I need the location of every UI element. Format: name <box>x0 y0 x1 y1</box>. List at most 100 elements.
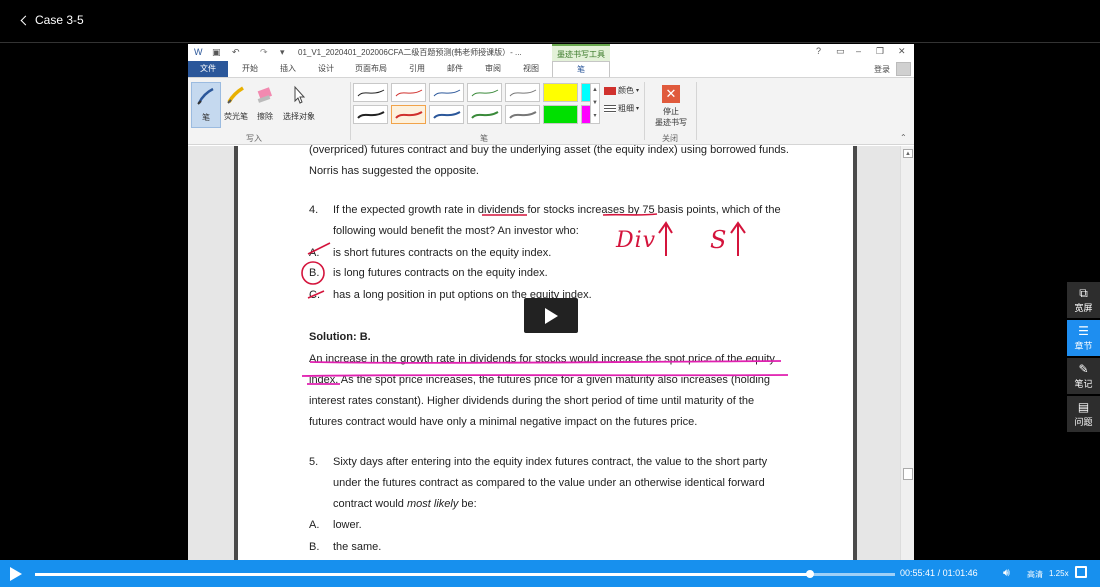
weight-dropdown[interactable]: 粗细 ▾ <box>604 103 639 114</box>
quality-selector[interactable]: 高清 <box>1027 569 1043 580</box>
color-swatch-icon <box>604 86 616 95</box>
chevron-left-icon <box>20 15 31 26</box>
chevron-down-icon: ▾ <box>636 106 640 112</box>
back-button[interactable]: Case 3-5 <box>20 13 84 27</box>
cursor-icon <box>294 85 306 104</box>
handwritten-div-note: Div <box>616 228 657 253</box>
tab-references[interactable]: 引用 <box>400 61 434 77</box>
side-label: 笔记 <box>1074 379 1093 389</box>
tab-insert[interactable]: 插入 <box>272 61 304 77</box>
tab-design[interactable]: 设计 <box>310 61 342 77</box>
scroll-up-icon[interactable]: ▲ <box>903 149 913 158</box>
tab-layout[interactable]: 页面布局 <box>348 61 394 77</box>
highlighter-button[interactable]: 荧光笔 <box>221 82 251 128</box>
pen-swatch-green-thin[interactable] <box>467 83 502 102</box>
speed-selector[interactable]: 1.25x <box>1049 569 1069 578</box>
stop-inking-button[interactable]: ✕ 停止 墨迹书写 <box>650 82 692 132</box>
pen-swatch-gray-thick[interactable] <box>505 105 540 124</box>
option-letter: A. <box>309 519 320 531</box>
progress-bar[interactable] <box>35 570 895 578</box>
pen-swatch-red-thin[interactable] <box>391 83 426 102</box>
minimize-icon[interactable]: – <box>856 46 861 56</box>
eraser-button[interactable]: 擦除 <box>250 82 280 128</box>
side-chapters-button[interactable]: ☰ 章节 <box>1067 320 1100 356</box>
stop-inking-icon: ✕ <box>662 85 680 103</box>
sign-in-link[interactable]: 登录 <box>874 64 890 75</box>
pen-button-label: 笔 <box>202 113 210 122</box>
word-title-bar: W ▣ ↶ ↷ ▾ 01_V1_2020401_202006CFA二级百题预测(… <box>188 44 914 61</box>
option-letter: B. <box>309 541 320 553</box>
ribbon-tabs: 文件 开始 插入 设计 页面布局 引用 邮件 审阅 视图 笔 登录 <box>188 61 914 80</box>
question-text: following would benefit the most? An inv… <box>333 225 579 237</box>
pen-icon <box>197 87 214 105</box>
avatar[interactable] <box>896 62 911 76</box>
side-label: 问题 <box>1074 417 1093 427</box>
time-display: 00:55:41 / 01:01:46 <box>900 568 978 578</box>
highlighter-label: 荧光笔 <box>224 112 248 121</box>
restore-icon[interactable]: ❐ <box>876 46 884 57</box>
write-group-label: 写入 <box>246 134 262 143</box>
video-stage: W ▣ ↶ ↷ ▾ 01_V1_2020401_202006CFA二级百题预测(… <box>0 44 1100 560</box>
top-bar: Case 3-5 <box>0 0 1100 43</box>
question-number: 5. <box>309 456 319 468</box>
question-text-part: be: <box>458 498 477 510</box>
undo-icon[interactable]: ↶ <box>232 47 240 58</box>
pen-swatch-blue-thick[interactable] <box>429 105 464 124</box>
play-icon[interactable] <box>10 567 22 581</box>
option-text: the same. <box>333 541 382 553</box>
player-controls: 00:55:41 / 01:01:46 🔊︎ 高清 1.25x <box>0 560 1100 587</box>
ribbon-display-icon[interactable]: ▭ <box>836 46 845 57</box>
side-questions-button[interactable]: ▤ 问题 <box>1067 396 1100 432</box>
ribbon-separator <box>350 82 351 140</box>
help-icon[interactable]: ? <box>816 46 821 56</box>
tab-view[interactable]: 视图 <box>514 61 548 77</box>
notes-icon: ✎ <box>1078 362 1089 376</box>
progress-knob[interactable] <box>806 570 815 578</box>
stop-inking-label-2: 墨迹书写 <box>655 118 687 127</box>
close-icon[interactable]: ✕ <box>898 46 906 57</box>
pen-swatch-red-thick[interactable] <box>391 105 426 124</box>
option-text: is long futures contracts on the equity … <box>333 267 548 279</box>
question-text-part: contract would <box>333 498 407 510</box>
question-number: 4. <box>309 204 319 216</box>
question-text: Sixty days after entering into the equit… <box>333 456 768 468</box>
pen-swatch-gray-thin[interactable] <box>505 83 540 102</box>
center-play-button[interactable] <box>524 298 578 333</box>
tab-mailings[interactable]: 邮件 <box>438 61 472 77</box>
pen-swatch-black-thin[interactable] <box>353 83 388 102</box>
color-dropdown[interactable]: 颜色 ▾ <box>604 85 639 96</box>
scroll-thumb[interactable] <box>903 468 913 480</box>
total-time: 01:01:46 <box>942 568 978 578</box>
side-notes-button[interactable]: ✎ 笔记 <box>1067 358 1100 394</box>
solution-heading: Solution: B. <box>309 331 371 343</box>
question-text: under the futures contract as compared t… <box>333 477 765 489</box>
pen-gallery-scroll[interactable]: ▲ ▼ ▾ <box>590 83 600 124</box>
volume-icon[interactable]: 🔊︎ <box>1003 567 1010 580</box>
highlighter-swatch-green[interactable] <box>543 105 578 124</box>
time-separator: / <box>937 568 941 578</box>
redo-icon[interactable]: ↷ <box>260 47 268 58</box>
ink-tools-label: 墨迹书写工具 <box>552 44 610 61</box>
pen-swatch-green-thick[interactable] <box>467 105 502 124</box>
lesson-title: Case 3-5 <box>35 13 84 27</box>
pen-button[interactable]: 笔 <box>191 82 221 128</box>
play-icon <box>545 308 558 324</box>
tab-review[interactable]: 审阅 <box>476 61 510 77</box>
weight-icon <box>604 104 616 113</box>
tab-file[interactable]: 文件 <box>188 61 228 77</box>
chevron-down-icon: ▾ <box>636 88 640 94</box>
side-widescreen-button[interactable]: ⧉ 宽屏 <box>1067 282 1100 318</box>
tab-home[interactable]: 开始 <box>234 61 266 77</box>
collapse-ribbon-icon[interactable]: ⌃ <box>900 133 907 142</box>
pen-swatch-blue-thin[interactable] <box>429 83 464 102</box>
fullscreen-icon[interactable] <box>1075 566 1087 578</box>
vertical-scrollbar[interactable]: ▲ <box>900 146 914 560</box>
highlighter-swatch-yellow[interactable] <box>543 83 578 102</box>
select-objects-button[interactable]: 选择对象 <box>280 82 318 128</box>
page-border-right <box>853 146 857 560</box>
pen-swatch-black-thick[interactable] <box>353 105 388 124</box>
solution-text: interest rates constant). Higher dividen… <box>309 395 755 407</box>
save-icon[interactable]: ▣ <box>212 47 221 58</box>
customize-icon[interactable]: ▾ <box>280 47 285 58</box>
chapters-icon: ☰ <box>1078 324 1089 338</box>
